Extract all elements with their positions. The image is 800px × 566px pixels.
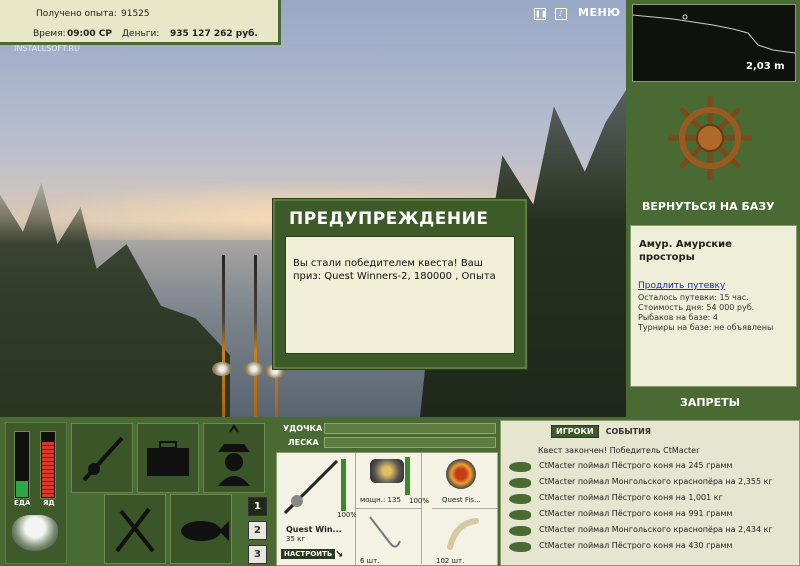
fish-icon <box>509 494 531 504</box>
log-entry-text: CtMacter поймал Пёстрого коня на 245 гра… <box>539 461 733 470</box>
extend-permit-link[interactable]: Продлить путевку <box>638 281 725 291</box>
rods-button[interactable] <box>71 423 133 493</box>
food-button[interactable] <box>104 494 166 564</box>
food-label: ЕДА <box>14 499 31 507</box>
location-info: Амур. Амурские просторы Продлить путевку… <box>630 225 797 387</box>
log-header: Квест закончен! Победитель CtMacter <box>538 446 700 455</box>
log-entry-text: CtMacter поймал Пёстрого коня на 991 гра… <box>539 509 733 518</box>
resize-arrow-icon[interactable]: ↘ <box>335 549 343 560</box>
pause-icon[interactable]: ❚❚ <box>534 8 547 20</box>
bait-worm-icon <box>447 518 479 550</box>
food-meter-fill <box>16 481 28 497</box>
player-stats-panel: Получено опыта: 91525 Время: 09:00 СР Де… <box>0 0 281 45</box>
time-label: Время: <box>33 29 66 39</box>
log-entry: CtMacter поймал Монгольского краснопёра … <box>507 475 793 491</box>
log-entry: CtMacter поймал Пёстрого коня на 991 гра… <box>507 507 793 523</box>
reel-percent: 100% <box>409 497 430 505</box>
event-log: ИГРОКИ СОБЫТИЯ Квест закончен! Победител… <box>500 420 800 566</box>
hook-icon <box>369 516 401 548</box>
menu-button[interactable]: МЕНЮ <box>578 6 621 19</box>
rod-tension-bar <box>324 423 496 434</box>
tab-players[interactable]: ИГРОКИ <box>551 425 599 438</box>
watermark: INSTALLSOFT.RU <box>14 44 80 53</box>
fishing-rod-1[interactable] <box>222 255 225 417</box>
log-entry-text: CtMacter поймал Пёстрого коня на 430 гра… <box>539 541 733 550</box>
fish-icon <box>509 542 531 552</box>
dialog-body: Вы стали победителем квеста! Ваш приз: Q… <box>285 236 515 354</box>
fishing-line-slot[interactable]: Quest Fis... <box>432 453 498 509</box>
poison-label: ЯД <box>43 499 55 507</box>
rod-icon <box>82 436 124 482</box>
experience-label: Получено опыта: <box>36 9 117 19</box>
rod-slot[interactable]: 100% Quest Win... 35 кг НАСТРОИТЬ ↘ <box>277 453 358 565</box>
line-tension-bar <box>324 437 496 448</box>
fishing-rod-2[interactable] <box>254 255 257 417</box>
log-tabs: ИГРОКИ СОБЫТИЯ <box>551 425 655 438</box>
time-value: 09:00 СР <box>67 29 112 39</box>
money-label: Деньги: <box>122 29 160 39</box>
tournaments-info: Турниры на базе: не объявлены <box>638 323 774 332</box>
fish-icon <box>509 478 531 488</box>
top-controls: ❚❚ ♪ <box>534 8 573 20</box>
fisherman-icon <box>218 424 250 486</box>
reel-1 <box>212 362 232 376</box>
tackle-slots: 100% Quest Win... 35 кг НАСТРОИТЬ ↘ мощн… <box>276 452 498 566</box>
food-meter <box>14 431 30 499</box>
log-entry: CtMacter поймал Монгольского краснопёра … <box>507 523 793 539</box>
back-to-base-button[interactable]: ВЕРНУТЬСЯ НА БАЗУ <box>642 200 775 213</box>
rod-durability-bar <box>341 459 346 511</box>
tackle-box-icon <box>147 441 189 476</box>
knife-fork-icon <box>115 507 155 553</box>
log-entry: CtMacter поймал Пёстрого коня на 430 гра… <box>507 539 793 555</box>
line-name: Quest Fis... <box>442 496 481 504</box>
fish-icon <box>509 526 531 536</box>
sound-icon[interactable]: ♪ <box>554 8 567 20</box>
experience-value: 91525 <box>121 9 150 19</box>
rod-weight: 35 кг <box>286 535 306 543</box>
dialog-title: ПРЕДУПРЕЖДЕНИЕ <box>289 209 489 229</box>
log-entry-text: CtMacter поймал Пёстрого коня на 1,001 к… <box>539 493 723 502</box>
dialog-message: Вы стали победителем квеста! Ваш приз: Q… <box>293 258 496 282</box>
rod-percent: 100% <box>337 511 358 519</box>
line-spool-image <box>446 459 476 489</box>
bait-slot[interactable]: 102 шт. <box>432 509 498 565</box>
location-title: Амур. Амурские просторы <box>639 239 732 263</box>
depth-value: 2,03 m <box>746 61 785 72</box>
warning-dialog: ПРЕДУПРЕЖДЕНИЕ Вы стали победителем квес… <box>272 198 528 370</box>
slot-3-button[interactable]: 3 <box>248 545 267 564</box>
rod-image <box>283 459 339 515</box>
rod-name: Quest Win... <box>286 525 342 534</box>
ship-wheel-icon[interactable] <box>668 96 752 180</box>
fish-icon <box>509 462 531 472</box>
reel-durability-bar <box>405 457 410 495</box>
day-cost: Стоимость дня: 54 000 руб. <box>638 303 755 312</box>
permit-left: Осталось путевки: 15 час. <box>638 293 749 302</box>
status-meters: ЕДА ЯД <box>5 422 67 564</box>
poison-meter-fill <box>42 442 54 497</box>
rod-bar-label: УДОЧКА <box>283 424 323 433</box>
character-button[interactable] <box>203 423 265 493</box>
reel-image <box>370 459 404 483</box>
cauldron-icon[interactable] <box>12 515 58 551</box>
log-entry: CtMacter поймал Пёстрого коня на 1,001 к… <box>507 491 793 507</box>
hook-slot[interactable]: 6 шт. <box>356 509 422 565</box>
fish-icon <box>181 521 229 541</box>
setup-button[interactable]: НАСТРОИТЬ <box>281 549 336 559</box>
bans-button[interactable]: ЗАПРЕТЫ <box>680 396 740 409</box>
slot-2-button[interactable]: 2 <box>248 521 267 540</box>
slot-1-button[interactable]: 1 <box>248 497 267 516</box>
fish-icon <box>509 510 531 520</box>
catch-button[interactable] <box>170 494 232 564</box>
tackle-box-button[interactable] <box>137 423 199 493</box>
poison-meter <box>40 431 56 499</box>
anglers-count: Рыбаков на базе: 4 <box>638 313 718 322</box>
log-entry-text: CtMacter поймал Монгольского краснопёра … <box>539 525 773 534</box>
money-value: 935 127 262 руб. <box>170 29 258 39</box>
tab-events[interactable]: СОБЫТИЯ <box>602 426 655 437</box>
log-entry-text: CtMacter поймал Монгольского краснопёра … <box>539 477 773 486</box>
log-entry: CtMacter поймал Пёстрого коня на 245 гра… <box>507 459 793 475</box>
line-bar-label: ЛЕСКА <box>288 438 319 447</box>
reel-2 <box>244 362 264 376</box>
reel-power: мощн.: 135 <box>360 496 401 504</box>
